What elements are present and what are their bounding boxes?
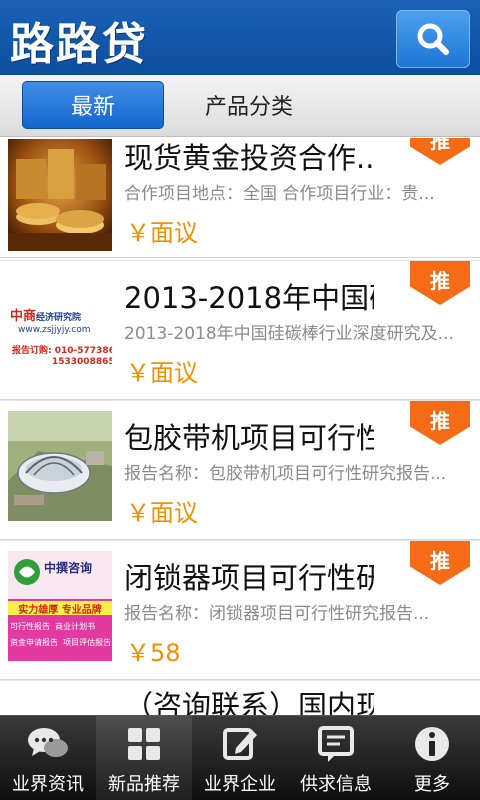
gold-coins-image xyxy=(8,139,112,251)
tag-1: 可行性报告 xyxy=(10,622,50,631)
tab-product-categories[interactable]: 产品分类 xyxy=(178,81,320,129)
item-title: 闭锁器项目可行性研... xyxy=(124,561,374,595)
nav-label: 更多 xyxy=(414,774,450,795)
nav-more[interactable]: 更多 xyxy=(384,716,480,800)
list-item[interactable]: 现货黄金投资合作... 合作项目地点：全国 合作项目行业：贵... ￥面议 推 xyxy=(0,138,480,258)
item-description: 2013-2018年中国硅碳棒行业深度研究及... xyxy=(124,324,454,344)
logo-phone-1: 010-57738660 xyxy=(54,346,112,356)
item-title: 包胶带机项目可行性... xyxy=(124,421,374,455)
edit-icon xyxy=(218,724,262,764)
logo-phone-label: 报告订购: xyxy=(12,346,52,356)
item-description: 报告名称：闭锁器项目可行性研究报告... xyxy=(124,604,430,624)
chat-bubbles-icon xyxy=(26,724,70,764)
logo-subtitle: 经济研究院 xyxy=(36,313,82,323)
product-list[interactable]: 现货黄金投资合作... 合作项目地点：全国 合作项目行业：贵... ￥面议 推 … xyxy=(0,138,480,715)
search-icon xyxy=(417,23,449,55)
nav-label: 新品推荐 xyxy=(108,774,180,795)
item-title: 2013-2018年中国硅... xyxy=(124,281,374,315)
list-item[interactable]: （咨询联系）国内现... xyxy=(0,680,480,715)
list-item[interactable]: 中撰咨询 实力雄厚 专业品牌 可行性报告 商业计划书 资金申请报告 项目评估报告… xyxy=(0,540,480,680)
recommend-badge: 推 xyxy=(410,401,470,445)
tag-4: 项目评估报告 xyxy=(63,638,112,647)
tag-3: 资金申请报告 xyxy=(10,638,58,647)
nav-new-products[interactable]: 新品推荐 xyxy=(96,716,192,800)
consulting-logo-icon xyxy=(14,559,40,585)
item-description: 报告名称：包胶带机项目可行性研究报告... xyxy=(124,464,447,484)
recommend-badge: 推 xyxy=(410,138,470,165)
logo-brand: 中商 xyxy=(10,309,37,324)
recommend-badge: 推 xyxy=(410,261,470,305)
logo-phone-2: 15330088658 xyxy=(52,357,112,367)
stadium-rendering-image xyxy=(8,411,112,521)
tab-latest[interactable]: 最新 xyxy=(22,81,164,129)
zhongmo-consulting-image: 中撰咨询 实力雄厚 专业品牌 可行性报告 商业计划书 资金申请报告 项目评估报告 xyxy=(8,551,112,661)
tag-2: 商业计划书 xyxy=(55,622,96,631)
item-title: （咨询联系）国内现... xyxy=(124,689,374,715)
nav-supply-demand[interactable]: 供求信息 xyxy=(288,716,384,800)
item-title: 现货黄金投资合作... xyxy=(124,141,374,175)
list-item[interactable]: 包胶带机项目可行性... 报告名称：包胶带机项目可行性研究报告... ￥面议 推 xyxy=(0,400,480,540)
tab-bar: 最新 产品分类 xyxy=(0,75,480,137)
message-icon xyxy=(314,724,358,764)
grid-icon xyxy=(122,724,166,764)
item-price: ￥面议 xyxy=(126,499,198,527)
list-item[interactable]: 中商经济研究院 www.zsjjyjy.com 报告订购: 010-577386… xyxy=(0,260,480,400)
nav-label: 业界资讯 xyxy=(12,774,84,795)
nav-label: 供求信息 xyxy=(300,774,372,795)
item-description: 合作项目地点：全国 合作项目行业：贵... xyxy=(124,184,435,204)
item-price: ￥58 xyxy=(126,639,181,667)
search-button[interactable] xyxy=(396,10,470,68)
slogan-2: 专业品牌 xyxy=(61,605,102,616)
bottom-nav: 业界资讯 新品推荐 业界企业 供求信息 更多 xyxy=(0,715,480,800)
item-price: ￥面议 xyxy=(126,359,198,387)
app-header: 路路贷 xyxy=(0,0,480,75)
nav-industry-companies[interactable]: 业界企业 xyxy=(192,716,288,800)
info-icon xyxy=(410,724,454,764)
consulting-brand: 中撰咨询 xyxy=(44,561,93,575)
recommend-badge: 推 xyxy=(410,541,470,585)
nav-industry-news[interactable]: 业界资讯 xyxy=(0,716,96,800)
item-price: ￥面议 xyxy=(126,219,198,247)
slogan-1: 实力雄厚 xyxy=(18,605,59,616)
nav-label: 业界企业 xyxy=(204,774,276,795)
app-title: 路路贷 xyxy=(10,19,148,70)
logo-site: www.zsjjyjy.com xyxy=(18,325,91,335)
zhongshang-logo-image: 中商经济研究院 www.zsjjyjy.com 报告订购: 010-577386… xyxy=(8,271,112,381)
